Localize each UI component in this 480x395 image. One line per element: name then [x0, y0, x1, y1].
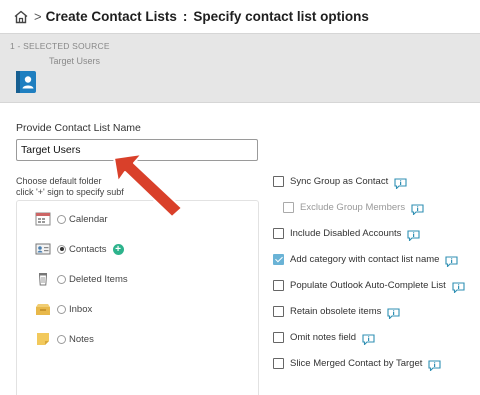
page-title: Create Contact Lists [45, 9, 177, 24]
option-label: Omit notes field [290, 331, 356, 343]
option-slice-merged-contact[interactable]: Slice Merged Contact by Target [273, 355, 441, 372]
option-label: Include Disabled Accounts [290, 227, 402, 239]
folder-label: Deleted Items [69, 273, 128, 285]
folder-radio-inbox[interactable] [57, 304, 66, 314]
contacts-icon [35, 242, 51, 256]
breadcrumb-separator: > [34, 9, 42, 24]
folder-item-calendar[interactable]: Calendar [35, 210, 108, 228]
folder-item-deleted-items[interactable]: Deleted Items [35, 270, 128, 288]
trash-icon [35, 272, 51, 286]
notes-icon [35, 332, 51, 346]
checkbox[interactable] [273, 331, 284, 343]
address-book-icon [15, 70, 37, 94]
folder-label: Notes [69, 333, 94, 345]
option-label: Slice Merged Contact by Target [290, 357, 423, 369]
folder-item-contacts[interactable]: Contacts + [35, 240, 124, 258]
add-subfolder-button[interactable]: + [112, 243, 124, 255]
contact-list-name-label: Provide Contact List Name [16, 122, 141, 134]
folder-radio-deleted-items[interactable] [57, 274, 66, 284]
info-icon[interactable] [362, 332, 375, 346]
info-icon[interactable] [445, 254, 458, 268]
annotation-arrow-icon [113, 153, 183, 218]
selected-source-panel: 1 - SELECTED SOURCE Target Users [0, 33, 480, 103]
info-icon[interactable] [394, 176, 407, 190]
info-icon[interactable] [407, 228, 420, 242]
source-name: Target Users [49, 56, 101, 66]
option-label: Exclude Group Members [300, 201, 406, 213]
option-exclude-group-members[interactable]: Exclude Group Members [283, 199, 424, 216]
info-icon[interactable] [411, 202, 424, 216]
checkbox[interactable] [273, 175, 284, 187]
info-icon[interactable] [428, 358, 441, 372]
folder-radio-notes[interactable] [57, 334, 66, 344]
home-icon[interactable] [12, 8, 30, 26]
folder-radio-contacts[interactable] [57, 244, 66, 254]
page-subtitle: Specify contact list options [193, 9, 369, 24]
folder-item-inbox[interactable]: Inbox [35, 300, 92, 318]
checkbox[interactable] [273, 305, 284, 317]
folder-list: Calendar Contacts + Deleted Items Inbox … [16, 200, 259, 395]
source-step-label: 1 - SELECTED SOURCE [10, 41, 110, 51]
option-sync-group-as-contact[interactable]: Sync Group as Contact [273, 173, 407, 190]
checkbox[interactable] [273, 357, 284, 369]
option-add-category[interactable]: Add category with contact list name [273, 251, 458, 268]
title-colon: : [182, 9, 188, 24]
option-label: Retain obsolete items [290, 305, 382, 317]
checkbox[interactable] [273, 279, 284, 291]
calendar-icon [35, 212, 51, 226]
breadcrumb: > Create Contact Lists : Specify contact… [0, 0, 480, 33]
folder-label: Calendar [69, 213, 108, 225]
checkbox[interactable] [273, 227, 284, 239]
option-label: Populate Outlook Auto-Complete List [290, 279, 446, 291]
inbox-icon [35, 302, 51, 316]
option-populate-auto-complete[interactable]: Populate Outlook Auto-Complete List [273, 277, 465, 294]
option-include-disabled-accounts[interactable]: Include Disabled Accounts [273, 225, 420, 242]
option-label: Add category with contact list name [290, 253, 440, 265]
folder-item-notes[interactable]: Notes [35, 330, 94, 348]
option-omit-notes-field[interactable]: Omit notes field [273, 329, 375, 346]
folder-label: Inbox [69, 303, 93, 315]
checkbox[interactable] [283, 201, 294, 213]
option-label: Sync Group as Contact [290, 175, 389, 187]
info-icon[interactable] [452, 280, 465, 294]
checkbox[interactable] [273, 253, 284, 265]
folder-radio-calendar[interactable] [57, 214, 66, 224]
option-retain-obsolete-items[interactable]: Retain obsolete items [273, 303, 400, 320]
info-icon[interactable] [387, 306, 400, 320]
folder-label: Contacts [69, 243, 107, 255]
